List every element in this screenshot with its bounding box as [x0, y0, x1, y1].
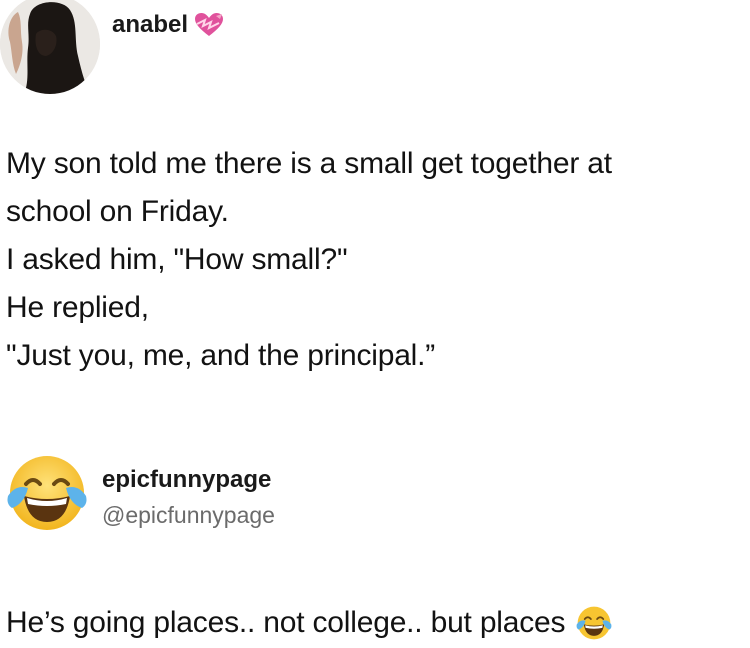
- author-name-text: anabel: [112, 11, 189, 38]
- heart-with-ribbon-icon: [195, 13, 224, 36]
- comment-text: He’s going places.. not college.. but pl…: [6, 604, 613, 642]
- comment-line: He’s going places.. not college.. but pl…: [6, 606, 566, 639]
- profile-photo-icon: [0, 0, 100, 94]
- tears-of-joy-emoji-icon[interactable]: [4, 450, 90, 536]
- source-handle[interactable]: @epicfunnypage: [102, 502, 275, 529]
- tears-of-joy-emoji-icon: [576, 606, 612, 640]
- post-line: I asked him, "How small?": [6, 243, 348, 276]
- author-name[interactable]: anabel: [112, 11, 224, 39]
- post-line: He replied,: [6, 291, 149, 324]
- post-header: anabel: [0, 0, 750, 100]
- post-line: school on Friday.: [6, 195, 229, 228]
- source-header: epicfunnypage @epicfunnypage: [0, 450, 750, 550]
- post-line: My son told me there is a small get toge…: [6, 147, 612, 180]
- source-name[interactable]: epicfunnypage: [102, 466, 271, 494]
- post-text: My son told me there is a small get toge…: [6, 140, 750, 380]
- avatar[interactable]: [0, 0, 100, 94]
- post-line: "Just you, me, and the principal.”: [6, 339, 436, 372]
